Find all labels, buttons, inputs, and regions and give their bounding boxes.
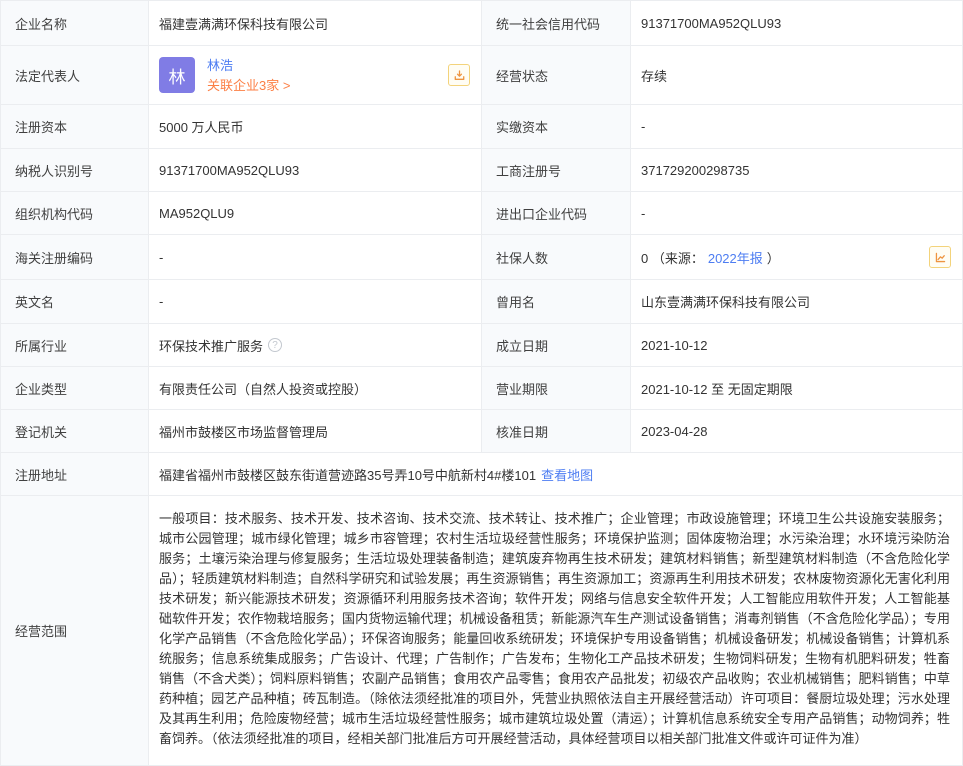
customs-code-label: 海关注册编码 (1, 235, 149, 279)
business-term-value: 2021-10-12 至 无固定期限 (631, 367, 962, 409)
paid-capital-label: 实缴资本 (482, 105, 631, 148)
company-info-table: 企业名称 福建壹满满环保科技有限公司 统一社会信用代码 91371700MA95… (0, 0, 963, 766)
business-scope-label: 经营范围 (1, 496, 149, 765)
approval-date-label: 核准日期 (482, 410, 631, 452)
table-row: 注册地址 福建省福州市鼓楼区鼓东街道营迹路35号弄10号中航新村4#楼101 查… (1, 453, 962, 496)
industry-cell: 环保技术推广服务 ? (149, 324, 482, 366)
english-name-label: 英文名 (1, 280, 149, 323)
reg-capital-label: 注册资本 (1, 105, 149, 148)
establish-date-value: 2021-10-12 (631, 324, 962, 366)
reg-address-value: 福建省福州市鼓楼区鼓东街道营迹路35号弄10号中航新村4#楼101 (159, 465, 536, 484)
industry-label: 所属行业 (1, 324, 149, 366)
social-insurance-cell: 0 （来源： 2022年报 ） (631, 235, 962, 279)
reg-authority-label: 登记机关 (1, 410, 149, 452)
biz-status-value: 存续 (631, 46, 962, 104)
table-row: 纳税人识别号 91371700MA952QLU93 工商注册号 37172920… (1, 149, 962, 192)
org-code-label: 组织机构代码 (1, 192, 149, 234)
table-row: 登记机关 福州市鼓楼区市场监督管理局 核准日期 2023-04-28 (1, 410, 962, 453)
org-code-value: MA952QLU9 (149, 192, 482, 234)
company-type-label: 企业类型 (1, 367, 149, 409)
related-companies-link[interactable]: 关联企业3家 > (207, 77, 290, 94)
table-row: 海关注册编码 - 社保人数 0 （来源： 2022年报 ） (1, 235, 962, 280)
paid-capital-value: - (631, 105, 962, 148)
table-row: 经营范围 一般项目：技术服务、技术开发、技术咨询、技术交流、技术转让、技术推广；… (1, 496, 962, 765)
avatar[interactable]: 林 (159, 57, 195, 93)
business-term-label: 营业期限 (482, 367, 631, 409)
reg-no-value: 371729200298735 (631, 149, 962, 191)
establish-date-label: 成立日期 (482, 324, 631, 366)
social-insurance-label: 社保人数 (482, 235, 631, 279)
table-row: 注册资本 5000 万人民币 实缴资本 - (1, 105, 962, 149)
reg-address-label: 注册地址 (1, 453, 149, 495)
table-row: 法定代表人 林 林浩 关联企业3家 > 经营状态 存续 (1, 46, 962, 105)
download-icon[interactable] (448, 64, 470, 86)
former-name-value: 山东壹满满环保科技有限公司 (631, 280, 962, 323)
ie-code-label: 进出口企业代码 (482, 192, 631, 234)
social-insurance-suffix: ） (767, 248, 780, 267)
biz-status-label: 经营状态 (482, 46, 631, 104)
customs-code-value: - (149, 235, 482, 279)
approval-date-value: 2023-04-28 (631, 410, 962, 452)
industry-value: 环保技术推广服务 (159, 336, 263, 355)
legal-rep-label: 法定代表人 (1, 46, 149, 104)
table-row: 英文名 - 曾用名 山东壹满满环保科技有限公司 (1, 280, 962, 324)
taxpayer-id-value: 91371700MA952QLU93 (149, 149, 482, 191)
table-row: 所属行业 环保技术推广服务 ? 成立日期 2021-10-12 (1, 324, 962, 367)
legal-rep-name-link[interactable]: 林浩 (207, 57, 290, 74)
company-name-value: 福建壹满满环保科技有限公司 (149, 1, 482, 45)
taxpayer-id-label: 纳税人识别号 (1, 149, 149, 191)
social-insurance-count: 0 （来源： (641, 248, 704, 267)
ie-code-value: - (631, 192, 962, 234)
legal-rep-cell: 林 林浩 关联企业3家 > (149, 46, 482, 104)
credit-code-value: 91371700MA952QLU93 (631, 1, 962, 45)
former-name-label: 曾用名 (482, 280, 631, 323)
table-row: 组织机构代码 MA952QLU9 进出口企业代码 - (1, 192, 962, 235)
table-row: 企业类型 有限责任公司（自然人投资或控股） 营业期限 2021-10-12 至 … (1, 367, 962, 410)
help-icon[interactable]: ? (268, 338, 282, 352)
english-name-value: - (149, 280, 482, 323)
company-type-value: 有限责任公司（自然人投资或控股） (149, 367, 482, 409)
reg-no-label: 工商注册号 (482, 149, 631, 191)
annual-report-link[interactable]: 2022年报 (708, 248, 763, 267)
view-map-link[interactable]: 查看地图 (541, 465, 593, 484)
chart-icon[interactable] (929, 246, 951, 268)
credit-code-label: 统一社会信用代码 (482, 1, 631, 45)
reg-address-cell: 福建省福州市鼓楼区鼓东街道营迹路35号弄10号中航新村4#楼101 查看地图 (149, 453, 962, 495)
reg-authority-value: 福州市鼓楼区市场监督管理局 (149, 410, 482, 452)
company-name-label: 企业名称 (1, 1, 149, 45)
table-row: 企业名称 福建壹满满环保科技有限公司 统一社会信用代码 91371700MA95… (1, 1, 962, 46)
business-scope-value: 一般项目：技术服务、技术开发、技术咨询、技术交流、技术转让、技术推广；企业管理；… (149, 496, 962, 765)
reg-capital-value: 5000 万人民币 (149, 105, 482, 148)
